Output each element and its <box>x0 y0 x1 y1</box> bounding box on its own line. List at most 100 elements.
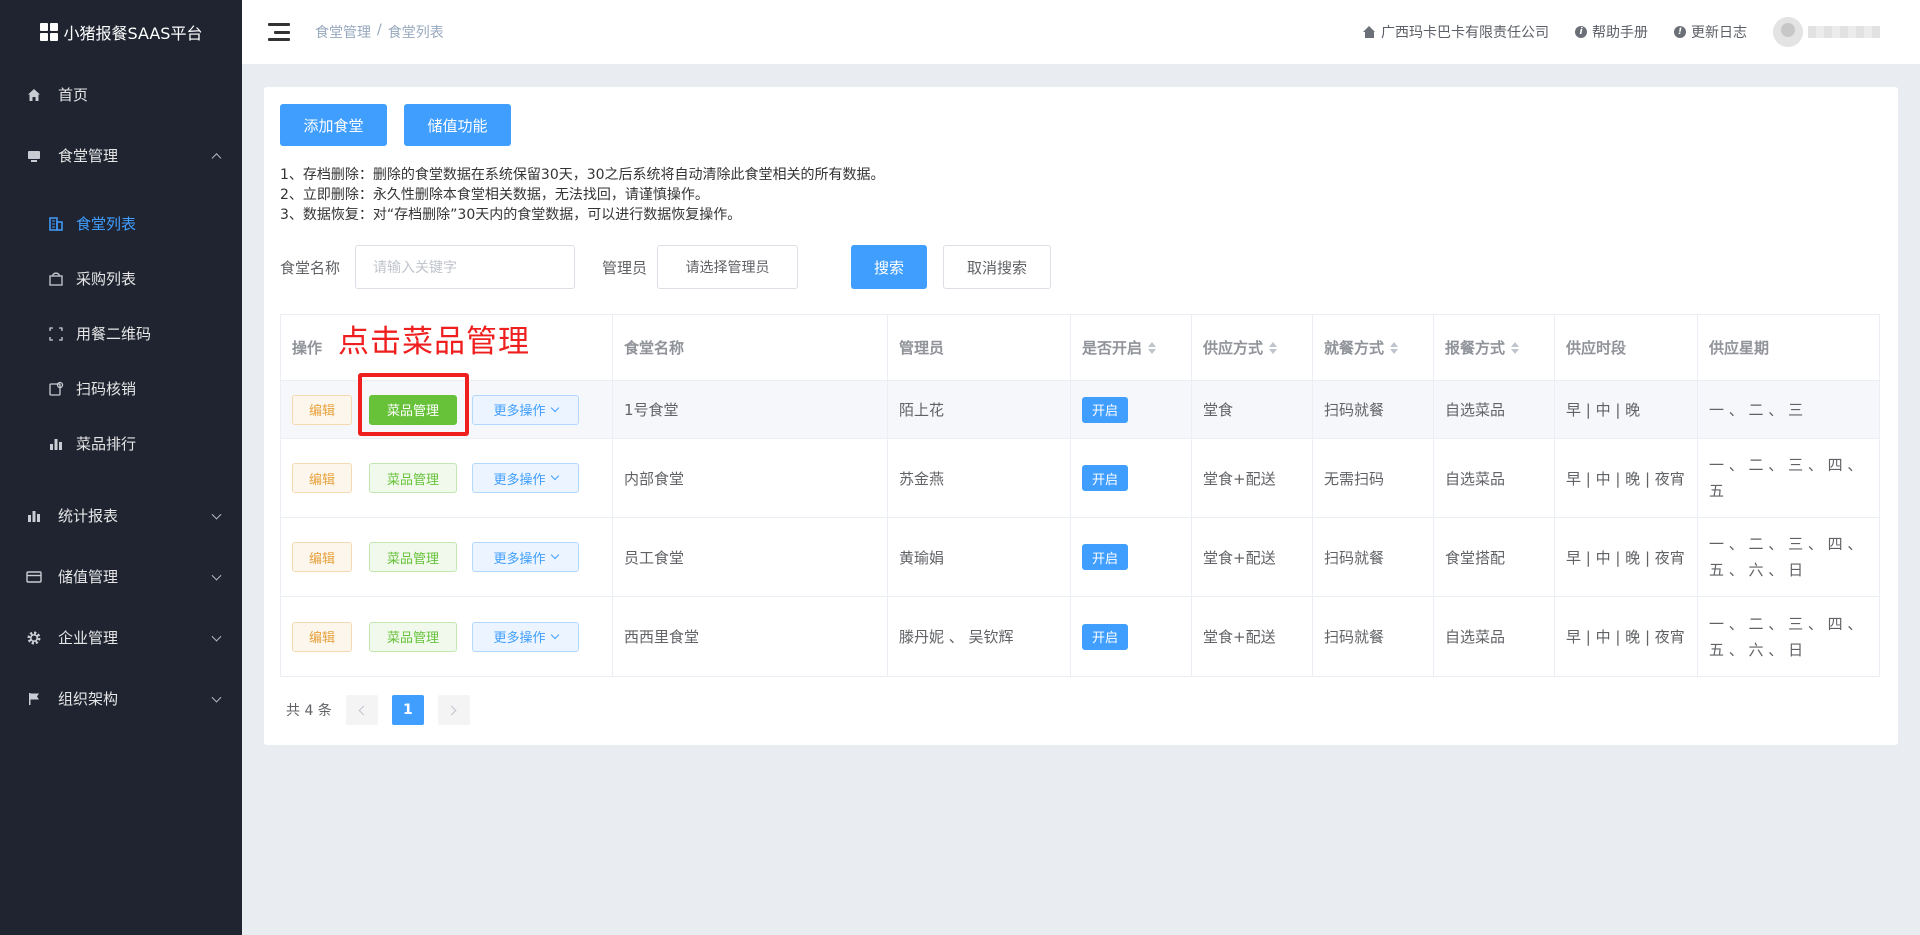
card-icon <box>26 569 42 585</box>
dish-management-button[interactable]: 菜品管理 <box>369 542 457 572</box>
admin-select[interactable]: 请选择管理员 <box>657 245 798 289</box>
prev-page-button[interactable] <box>345 695 378 725</box>
sidebar-item-meal-qrcode[interactable]: 用餐二维码 <box>0 306 242 361</box>
chevron-down-icon <box>211 570 222 581</box>
cell-weekdays: 一 、 二 、 三 、 四 、 五 、 六 、 日 <box>1709 535 1863 579</box>
cell-dining: 扫码就餐 <box>1313 518 1434 596</box>
dish-management-button[interactable]: 菜品管理 <box>369 463 457 493</box>
sidebar-item-label: 食堂管理 <box>58 147 119 165</box>
sidebar-item-purchase-list[interactable]: 采购列表 <box>0 251 242 306</box>
cell-weekdays: 一 、 二 、 三 <box>1709 400 1804 419</box>
breadcrumb-item[interactable]: 食堂管理 <box>315 22 371 42</box>
cell-dining: 扫码就餐 <box>1313 597 1434 676</box>
next-page-button[interactable] <box>437 695 470 725</box>
sidebar-item-canteen-list[interactable]: 食堂列表 <box>0 196 242 251</box>
breadcrumb-item-current: 食堂列表 <box>387 25 444 41</box>
sidebar-item-dish-ranking[interactable]: 菜品排行 <box>0 416 242 471</box>
note-line: 2、立即删除：永久性删除本食堂相关数据，无法找回，请谨慎操作。 <box>280 187 709 203</box>
table-row: 编辑 菜品管理 更多操作 内部食堂 苏金燕 开启 堂食+配送 无需扫码 自选菜品… <box>281 439 1879 518</box>
brand-title: 小猪报餐SAAS平台 <box>63 24 203 43</box>
sidebar-item-enterprise[interactable]: 企业管理 <box>0 607 242 668</box>
sidebar-item-home[interactable]: 首页 <box>0 64 242 125</box>
sort-icon[interactable] <box>1390 341 1399 354</box>
cell-periods: 早 | 中 | 晚 | 夜宵 <box>1555 597 1698 676</box>
info-icon: i <box>1575 26 1587 38</box>
more-actions-button[interactable]: 更多操作 <box>472 463 579 493</box>
col-header-periods: 供应时段 <box>1555 315 1698 380</box>
table-row: 编辑 菜品管理 更多操作 员工食堂 黄瑜娟 开启 堂食+配送 扫码就餐 食堂搭配… <box>281 518 1879 597</box>
cell-periods: 早 | 中 | 晚 | 夜宵 <box>1555 518 1698 596</box>
menu-toggle-icon[interactable] <box>268 23 290 41</box>
sidebar-item-scan-verify[interactable]: 扫码核销 <box>0 361 242 416</box>
add-canteen-button[interactable]: 添加食堂 <box>280 104 387 146</box>
sidebar-item-stored-value[interactable]: 储值管理 <box>0 546 242 607</box>
scan-frame-icon <box>48 326 64 342</box>
sidebar-item-org[interactable]: 组织架构 <box>0 668 242 729</box>
col-header-supply[interactable]: 供应方式 <box>1192 315 1313 380</box>
col-header-enabled[interactable]: 是否开启 <box>1071 315 1192 380</box>
cell-weekdays: 一 、 二 、 三 、 四 、 五 、 六 、 日 <box>1709 614 1863 659</box>
edit-button[interactable]: 编辑 <box>292 621 352 652</box>
chevron-down-icon <box>211 631 222 642</box>
sidebar-item-canteen[interactable]: 食堂管理 <box>0 125 242 186</box>
edit-button[interactable]: 编辑 <box>292 542 352 572</box>
dish-management-button[interactable]: 菜品管理 <box>369 621 457 652</box>
verify-icon <box>48 381 64 397</box>
col-header-dining[interactable]: 就餐方式 <box>1313 315 1434 380</box>
sort-icon[interactable] <box>1511 341 1520 354</box>
sort-icon[interactable] <box>1269 341 1278 354</box>
canteen-name-input[interactable]: 请输入关键字 <box>355 245 575 289</box>
cancel-search-button[interactable]: 取消搜索 <box>943 245 1051 289</box>
cell-name: 内部食堂 <box>613 439 888 517</box>
user-menu[interactable] <box>1773 17 1880 47</box>
status-badge: 开启 <box>1082 544 1129 570</box>
bag-icon <box>48 271 64 287</box>
col-header-dining-label: 就餐方式 <box>1324 339 1385 357</box>
chevron-down-icon <box>211 692 222 703</box>
sidebar-item-label: 采购列表 <box>76 270 137 288</box>
pagination-total: 共 4 条 <box>286 703 332 719</box>
sidebar-item-label: 菜品排行 <box>76 435 137 453</box>
page-number[interactable]: 1 <box>391 695 424 725</box>
search-form: 食堂名称 请输入关键字 管理员 请选择管理员 搜索 取消搜索 <box>280 245 1180 289</box>
company-link[interactable]: 广西玛卡巴卡有限责任公司 <box>1363 22 1549 42</box>
more-actions-button[interactable]: 更多操作 <box>472 542 579 572</box>
gear-icon <box>26 630 42 646</box>
cell-supply: 堂食 <box>1192 381 1313 438</box>
annotation-highlight-box <box>358 373 469 436</box>
col-header-order[interactable]: 报餐方式 <box>1434 315 1555 380</box>
sidebar-item-label: 扫码核销 <box>76 380 137 398</box>
help-link[interactable]: i 帮助手册 <box>1575 22 1648 42</box>
sidebar-item-label: 企业管理 <box>58 629 119 647</box>
breadcrumb: 食堂管理 / 食堂列表 <box>315 22 444 42</box>
more-actions-label: 更多操作 <box>493 404 546 419</box>
cell-weekdays: 一 、 二 、 三 、 四 、 五 <box>1709 456 1863 500</box>
search-button[interactable]: 搜索 <box>851 245 927 289</box>
table-row: 编辑 菜品管理 更多操作 西西里食堂 滕丹妮 、 吴钦辉 开启 堂食+配送 扫码… <box>281 597 1879 676</box>
cell-periods: 早 | 中 | 晚 <box>1555 381 1698 438</box>
chevron-down-icon <box>550 630 559 639</box>
top-header: 食堂管理 / 食堂列表 广西玛卡巴卡有限责任公司 i 帮助手册 ! 更新日志 <box>242 0 1920 64</box>
cell-name: 员工食堂 <box>613 518 888 596</box>
cell-supply: 堂食+配送 <box>1192 518 1313 596</box>
stored-value-button[interactable]: 储值功能 <box>404 104 511 146</box>
cell-name: 1号食堂 <box>613 381 888 438</box>
cell-order: 自选菜品 <box>1434 439 1555 517</box>
more-actions-button[interactable]: 更多操作 <box>472 621 579 652</box>
username-redacted <box>1808 26 1880 38</box>
cell-name: 西西里食堂 <box>613 597 888 676</box>
sidebar-item-stats[interactable]: 统计报表 <box>0 485 242 546</box>
edit-button[interactable]: 编辑 <box>292 463 352 493</box>
changelog-label: 更新日志 <box>1691 25 1747 41</box>
more-actions-button[interactable]: 更多操作 <box>472 394 579 425</box>
note-line: 1、存档删除：删除的食堂数据在系统保留30天，30之后系统将自动清除此食堂相关的… <box>280 167 885 183</box>
bar-chart-icon <box>48 436 64 452</box>
cell-dining: 扫码就餐 <box>1313 381 1434 438</box>
cell-enabled: 开启 <box>1071 381 1192 438</box>
sidebar-item-label: 统计报表 <box>58 507 119 525</box>
home-icon <box>26 87 42 103</box>
col-header-order-label: 报餐方式 <box>1445 339 1506 357</box>
changelog-link[interactable]: ! 更新日志 <box>1674 22 1747 42</box>
sort-icon[interactable] <box>1148 341 1157 354</box>
edit-button[interactable]: 编辑 <box>292 394 352 425</box>
